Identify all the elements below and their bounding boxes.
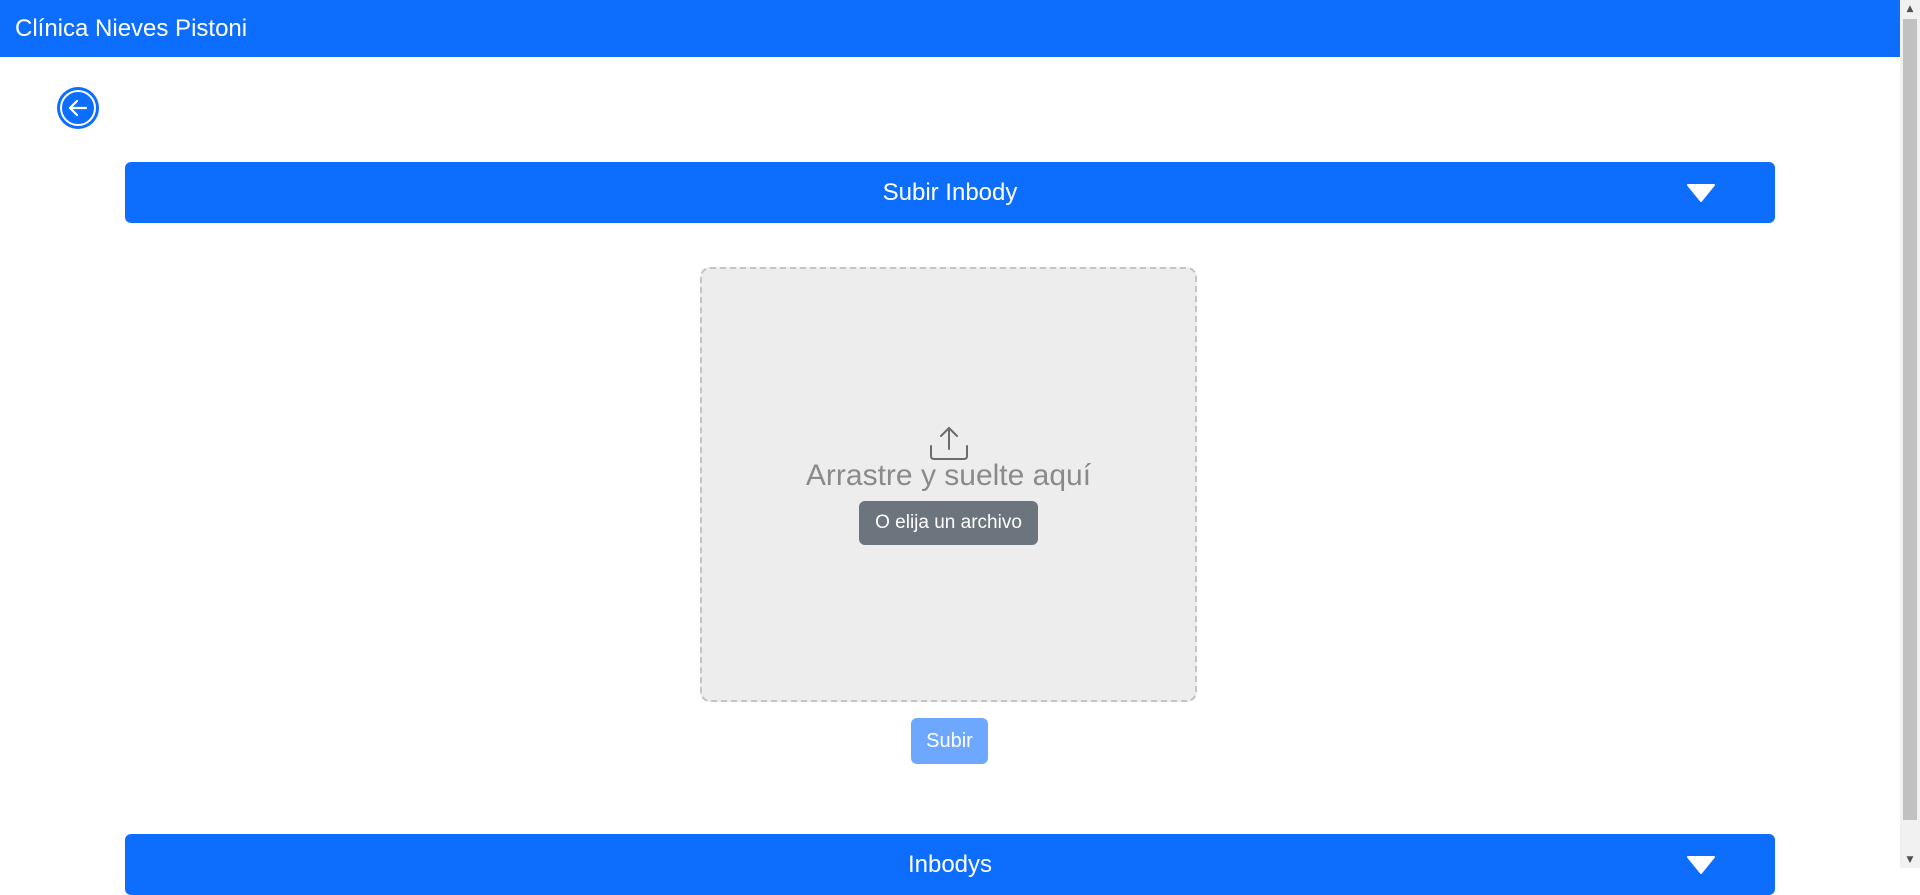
caret-down-icon (1687, 855, 1715, 874)
brand-title[interactable]: Clínica Nieves Pistoni (15, 15, 247, 43)
file-dropzone[interactable]: Arrastre y suelte aquí O elija un archiv… (700, 267, 1197, 702)
back-button[interactable] (57, 87, 99, 129)
upload-section-title: Subir Inbody (882, 178, 1018, 206)
dropzone-text: Arrastre y suelte aquí (805, 458, 1092, 492)
scroll-down-arrow-icon[interactable]: ▼ (1900, 851, 1920, 868)
inbodys-section-header[interactable]: Inbodys (125, 834, 1775, 895)
navbar: Clínica Nieves Pistoni (0, 0, 1900, 57)
scroll-up-arrow-icon[interactable]: ▲ (1900, 0, 1920, 17)
vertical-scrollbar[interactable]: ▲ ▼ (1900, 0, 1920, 868)
scrollbar-thumb[interactable] (1903, 19, 1917, 820)
arrow-left-circle-icon (60, 90, 96, 126)
caret-down-icon (1687, 183, 1715, 202)
upload-icon (929, 426, 968, 460)
upload-section-header[interactable]: Subir Inbody (125, 162, 1775, 223)
inbodys-section-title: Inbodys (907, 850, 993, 878)
submit-button[interactable]: Subir (911, 718, 988, 764)
choose-file-button[interactable]: O elija un archivo (859, 500, 1038, 545)
